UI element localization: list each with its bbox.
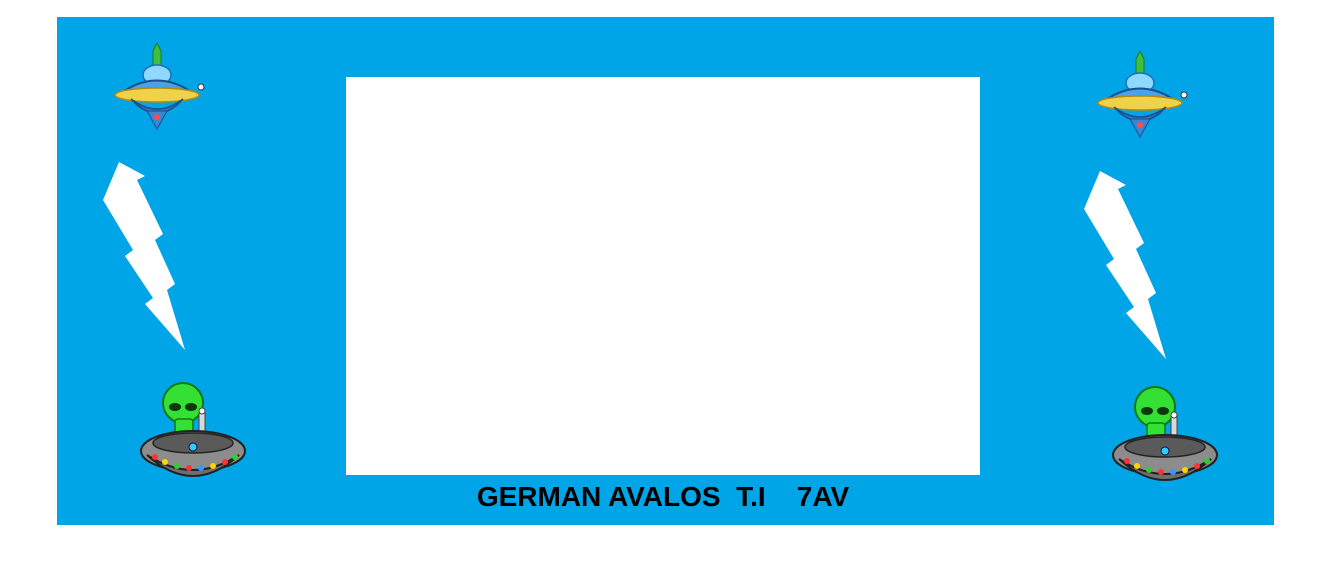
author-caption: GERMAN AVALOS T.I 7AV xyxy=(476,481,850,512)
white-screen-panel xyxy=(346,77,980,475)
alien-in-ufo-icon xyxy=(1112,386,1218,481)
flying-saucer-icon xyxy=(114,43,205,131)
lightning-bolt-icon xyxy=(1084,171,1166,359)
banner-stage: GERMAN AVALOS T.I 7AV xyxy=(57,17,1274,525)
flying-saucer-icon xyxy=(1097,51,1188,139)
alien-in-ufo-icon xyxy=(140,382,246,477)
lightning-bolt-icon xyxy=(103,162,185,350)
